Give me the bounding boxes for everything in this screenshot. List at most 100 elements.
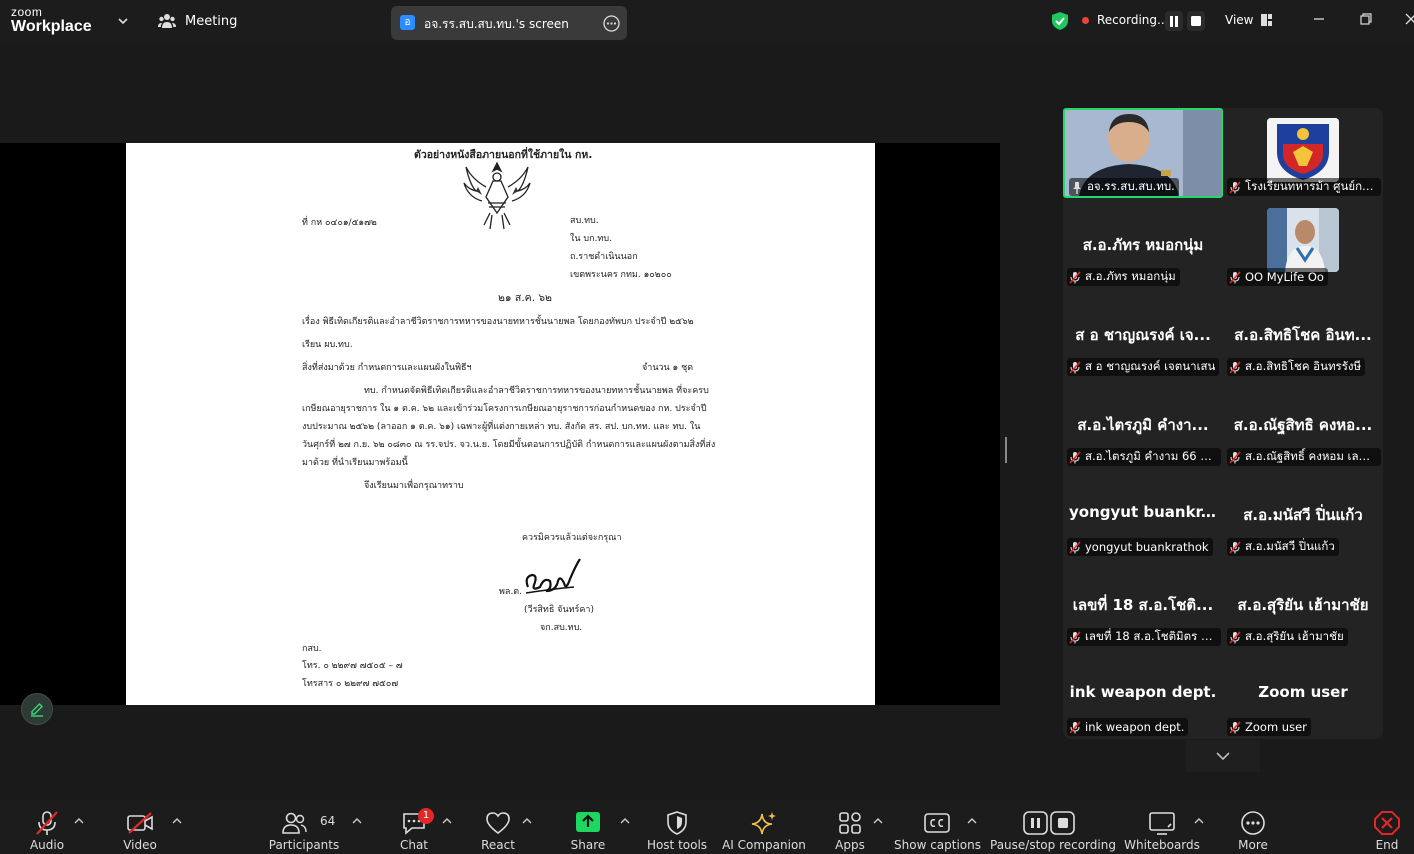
share-screen-icon: [576, 812, 600, 832]
minimize-icon[interactable]: [1312, 12, 1326, 26]
video-options-caret-icon[interactable]: [172, 817, 182, 825]
mic-muted-icon: [1229, 630, 1241, 644]
pause-recording-button[interactable]: [1165, 11, 1183, 31]
participant-name: เลขที่ 18 ส.อ.โชติมิตร พ...: [1085, 629, 1217, 643]
captions-options-caret-icon[interactable]: [967, 817, 977, 825]
whiteboards-label: Whiteboards: [1124, 838, 1200, 852]
participant-video: [1267, 118, 1339, 182]
doc-signer-title: จก.สบ.ทบ.: [540, 623, 583, 633]
brand-top: zoom: [11, 5, 43, 19]
participant-tile[interactable]: ส.อ.ไตรภูมิ คำงา... ส.อ.ไตรภูมิ คำงาม 66…: [1063, 378, 1223, 468]
react-button[interactable]: React: [468, 800, 528, 854]
participant-label: ส.อ.สิทธิโชค อินทรรังษี: [1227, 358, 1366, 376]
participant-label: โรงเรียนทหารม้า ศูนย์การ...: [1227, 178, 1381, 196]
participant-tile[interactable]: เลขที่ 18 ส.อ.โชติ... เลขที่ 18 ส.อ.โชติ…: [1063, 558, 1223, 648]
doc-date: ๒๑ ส.ค. ๖๒: [498, 292, 552, 304]
end-x-icon: [1374, 811, 1400, 835]
participant-tile[interactable]: โรงเรียนทหารม้า ศูนย์การ...: [1223, 108, 1383, 198]
participant-tile[interactable]: อจ.รร.สบ.สบ.ทบ.: [1063, 108, 1223, 198]
participant-display-name: ส.อ.ภัทร หมอกนุ่ม: [1082, 236, 1204, 254]
annotate-button[interactable]: [21, 693, 53, 725]
screen-share-indicator[interactable]: อ อจ.รร.สบ.สบ.ทบ.'s screen: [391, 6, 627, 40]
share-options-caret-icon[interactable]: [620, 817, 630, 825]
participant-tile[interactable]: yongyut buankr... yongyut buankrathok: [1063, 468, 1223, 558]
apps-icon: [839, 812, 861, 834]
participant-name: ส.อ.ไตรภูมิ คำงาม 66 ร้อ...: [1085, 449, 1217, 463]
participant-tile[interactable]: ส.อ.ภัทร หมอกนุ่ม ส.อ.ภัทร หมอกนุ่ม: [1063, 198, 1223, 288]
participant-name: ส.อ.มนัสวี ปิ่นแก้ว: [1245, 539, 1335, 553]
chat-button[interactable]: Chat: [384, 800, 444, 854]
participant-display-name: ส.อ.สุริยัน เฮ้ามาชัย: [1237, 596, 1369, 614]
encryption-shield-icon[interactable]: [1051, 11, 1069, 31]
ai-companion-label: AI Companion: [722, 838, 806, 852]
participant-display-name: ส.อ.ไตรภูมิ คำงา...: [1077, 416, 1209, 434]
participants-options-caret-icon[interactable]: [352, 817, 362, 825]
mic-muted-icon: [1229, 540, 1241, 554]
sparkle-icon: [751, 812, 776, 835]
participant-label: ส.อ.ภัทร หมอกนุ่ม: [1067, 268, 1180, 286]
pencil-icon: [31, 703, 43, 717]
zoom-logo: zoom Workplace: [11, 6, 92, 35]
doc-address-line: ถ.ราชดำเนินนอก: [570, 252, 638, 262]
whiteboards-options-caret-icon[interactable]: [1194, 817, 1204, 825]
show-captions-button[interactable]: Show captions: [894, 800, 981, 854]
screen-share-label: อจ.รร.สบ.สบ.ทบ.'s screen: [424, 17, 569, 31]
participant-label: ส อ ชาญณรงค์ เจตนาเสน: [1067, 358, 1220, 376]
mic-muted-icon: [1229, 270, 1241, 284]
close-icon[interactable]: [1404, 12, 1414, 26]
view-button[interactable]: View: [1225, 13, 1273, 27]
chevron-down-icon[interactable]: [116, 14, 130, 28]
panel-resize-handle[interactable]: [1005, 437, 1007, 463]
audio-button[interactable]: Audio: [17, 800, 77, 854]
participant-tile[interactable]: ส.อ.ณัฐสิทธิ คงหอ... ส.อ.ณัฐสิทธิ์ คงหอม…: [1223, 378, 1383, 468]
ai-companion-button[interactable]: AI Companion: [720, 800, 808, 854]
shield-icon: [667, 811, 687, 835]
participant-label: yongyut buankrathok: [1067, 538, 1213, 556]
video-off-icon: [127, 812, 153, 834]
doc-address-line: สบ.ทบ.: [570, 216, 599, 226]
sharer-avatar: อ: [400, 15, 415, 30]
share-button[interactable]: Share: [558, 800, 618, 854]
audio-label: Audio: [29, 838, 65, 852]
whiteboards-button[interactable]: Whiteboards: [1124, 800, 1200, 854]
chat-label: Chat: [399, 838, 429, 852]
end-label: End: [1375, 838, 1399, 852]
participant-tile[interactable]: ส.อ.สิทธิโชค อินท... ส.อ.สิทธิโชค อินทรร…: [1223, 288, 1383, 378]
audio-options-caret-icon[interactable]: [74, 817, 84, 825]
top-bar: zoom Workplace Meeting อ อจ.รร.สบ.สบ.ทบ.…: [0, 0, 1414, 44]
whiteboard-icon: [1149, 812, 1175, 835]
end-meeting-button[interactable]: End: [1364, 800, 1410, 854]
participant-label: ส.อ.มนัสวี ปิ่นแก้ว: [1227, 538, 1339, 556]
participants-label: Participants: [268, 838, 340, 852]
participant-name: ส.อ.สุริยัน เฮ้ามาชัย: [1245, 629, 1344, 643]
participant-tile[interactable]: ส.อ.มนัสวี ปิ่นแก้ว ส.อ.มนัสวี ปิ่นแก้ว: [1223, 468, 1383, 558]
participant-tile[interactable]: OO MyLife Oo: [1223, 198, 1383, 288]
doc-ref-no: ที่ กห ๐๔๐๑/๕๑๗๒: [302, 218, 377, 228]
doc-body-line: วันศุกร์ที่ ๒๗ ก.ย. ๖๒ ๐๘๓๐ ณ รร.จปร. จว…: [302, 440, 716, 450]
gallery-next-page-button[interactable]: [1186, 740, 1260, 772]
stop-recording-button[interactable]: [1187, 11, 1205, 31]
pause-stop-recording-button[interactable]: Pause/stop recording: [990, 800, 1116, 854]
apps-button[interactable]: Apps: [820, 800, 880, 854]
participant-tile[interactable]: Zoom user Zoom user: [1223, 648, 1383, 738]
doc-body-line: เกษียณอายุราชการ ใน ๑ ต.ค. ๖๒ และเข้าร่ว…: [302, 404, 707, 414]
more-button[interactable]: More: [1223, 800, 1283, 854]
participant-label: อจ.รร.สบ.สบ.ทบ.: [1069, 178, 1179, 196]
more-options-icon[interactable]: [603, 15, 620, 32]
meeting-info-button[interactable]: Meeting: [158, 13, 237, 29]
doc-rank: พล.ต.: [499, 587, 523, 597]
participant-tile[interactable]: ส.อ.สุริยัน เฮ้ามาชัย ส.อ.สุริยัน เฮ้ามา…: [1223, 558, 1383, 648]
recording-controls: [1165, 11, 1205, 31]
participant-tile[interactable]: ink weapon dept. ink weapon dept.: [1063, 648, 1223, 738]
video-button[interactable]: Video: [110, 800, 170, 854]
chat-options-caret-icon[interactable]: [442, 817, 452, 825]
view-label: View: [1225, 13, 1254, 27]
participant-tile[interactable]: ส อ ชาญณรงค์ เจ... ส อ ชาญณรงค์ เจตนาเสน: [1063, 288, 1223, 378]
apps-options-caret-icon[interactable]: [873, 817, 883, 825]
shared-document: ตัวอย่างหนังสือภายนอกที่ใช้ภายใน กห. ที่…: [126, 143, 875, 705]
host-tools-button[interactable]: Host tools: [642, 800, 712, 854]
participant-label: Zoom user: [1227, 718, 1311, 736]
participant-display-name: ink weapon dept.: [1069, 683, 1217, 701]
react-options-caret-icon[interactable]: [522, 817, 532, 825]
restore-icon[interactable]: [1359, 12, 1373, 26]
